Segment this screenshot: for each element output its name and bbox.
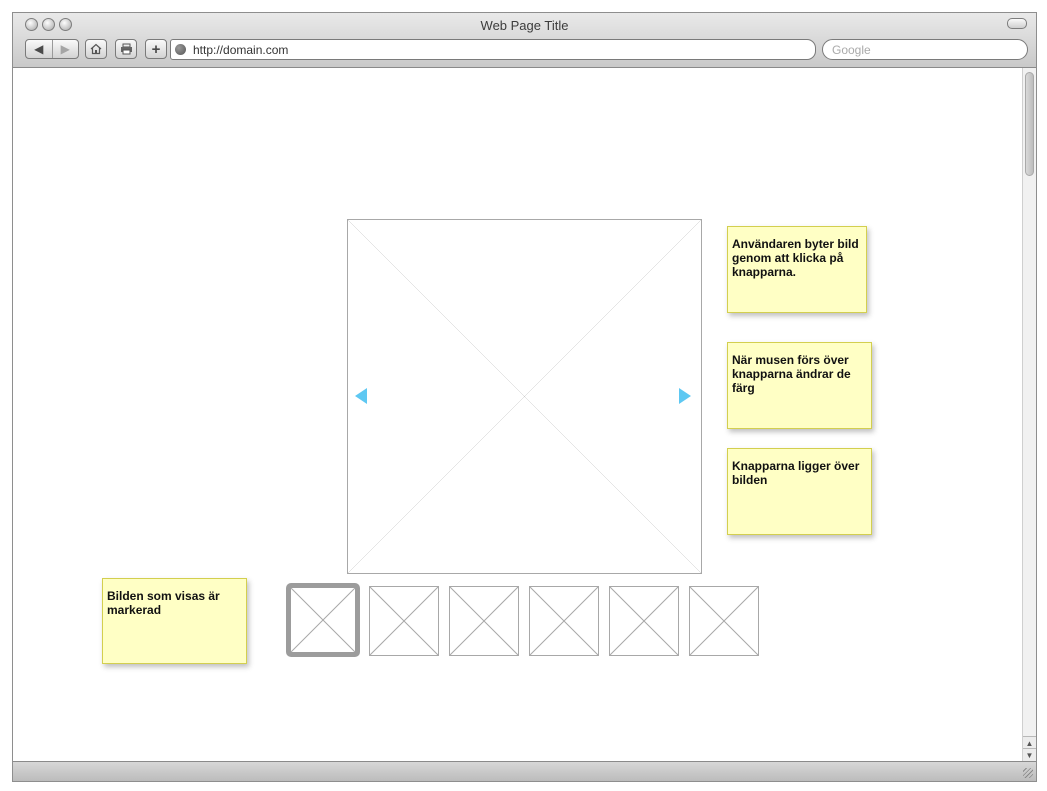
sticky-note: När musen förs över knapparna ändrar de …	[727, 342, 872, 429]
nav-buttons: ◀ ▶	[25, 39, 79, 59]
image-placeholder-cross	[348, 220, 701, 573]
thumbnail[interactable]	[609, 586, 679, 656]
image-placeholder-cross	[291, 588, 355, 652]
status-bar	[13, 761, 1036, 781]
toolbar-toggle-button[interactable]	[1007, 18, 1027, 29]
plus-icon[interactable]: +	[145, 39, 167, 59]
sticky-note: Användaren byter bild genom att klicka p…	[727, 226, 867, 313]
next-image-button[interactable]	[679, 388, 691, 404]
sticky-note: Bilden som visas är markerad	[102, 578, 247, 664]
back-arrow-icon[interactable]: ◀	[26, 40, 52, 58]
image-placeholder-cross	[530, 587, 598, 655]
forward-arrow-icon[interactable]: ▶	[51, 40, 79, 58]
search-input[interactable]: Google	[822, 39, 1028, 60]
page-content: Användaren byter bild genom att klicka p…	[13, 68, 1022, 761]
window-title: Web Page Title	[480, 18, 569, 33]
image-placeholder-cross	[450, 587, 518, 655]
search-placeholder: Google	[832, 42, 871, 57]
browser-window: Web Page Title ◀ ▶ + http://domain.com G	[12, 12, 1037, 782]
browser-toolbar: Web Page Title ◀ ▶ + http://domain.com G	[13, 13, 1036, 68]
scroll-down-icon[interactable]: ▼	[1023, 748, 1036, 761]
image-placeholder-cross	[690, 587, 758, 655]
thumbnail-selected[interactable]	[286, 583, 360, 657]
url-text: http://domain.com	[193, 42, 289, 57]
scrollbar-thumb[interactable]	[1025, 72, 1034, 176]
thumbnail[interactable]	[449, 586, 519, 656]
thumbnail[interactable]	[369, 586, 439, 656]
thumbnail[interactable]	[529, 586, 599, 656]
image-placeholder-cross	[370, 587, 438, 655]
address-bar[interactable]: http://domain.com	[170, 39, 816, 60]
main-image-placeholder	[347, 219, 702, 574]
print-icon	[120, 43, 132, 55]
home-icon	[90, 43, 102, 55]
previous-image-button[interactable]	[355, 388, 367, 404]
globe-icon	[175, 44, 186, 55]
home-button[interactable]	[85, 39, 107, 59]
image-placeholder-cross	[610, 587, 678, 655]
sticky-note: Knapparna ligger över bilden	[727, 448, 872, 535]
vertical-scrollbar[interactable]: ▲ ▼	[1022, 68, 1036, 761]
print-button[interactable]	[115, 39, 137, 59]
thumbnail[interactable]	[689, 586, 759, 656]
resize-grip-icon[interactable]	[1023, 768, 1033, 778]
